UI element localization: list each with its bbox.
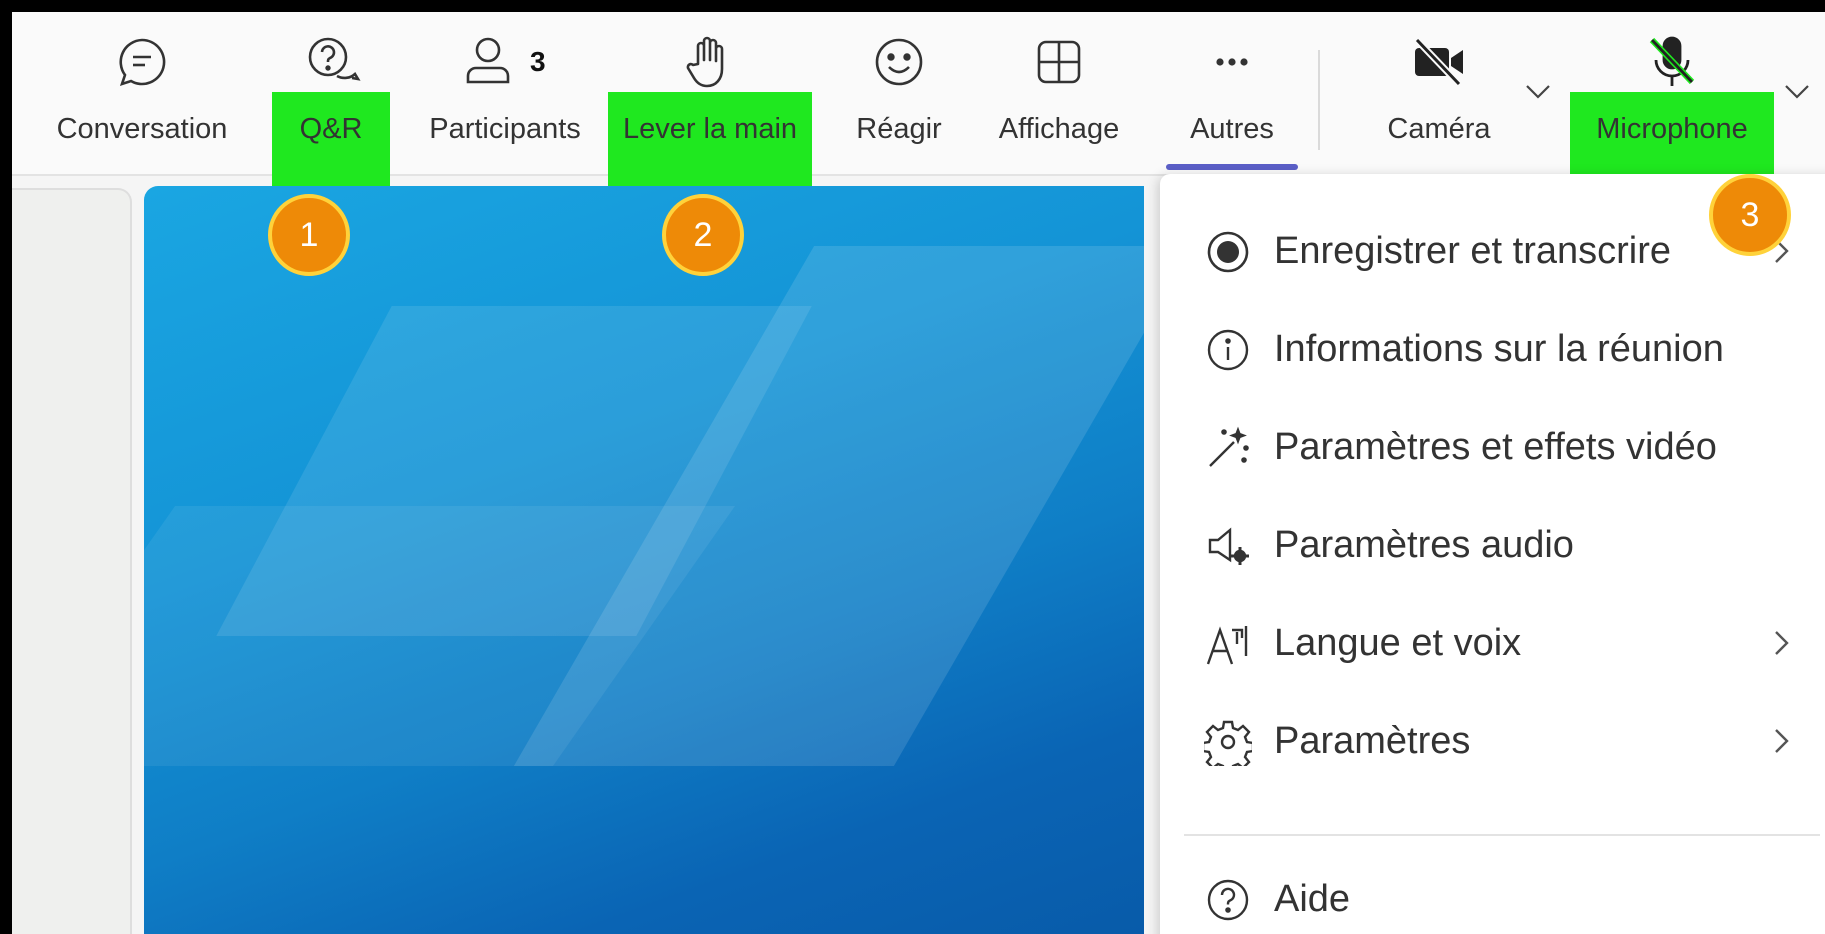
hand-icon (680, 32, 740, 92)
teams-meeting-window: Conversation Q&R 3 Participants Lever la… (12, 12, 1825, 934)
magic-wand-icon (1204, 424, 1252, 472)
camera-label: Caméra (1387, 113, 1491, 145)
participants-label: Participants (429, 113, 581, 145)
person-icon (458, 32, 518, 92)
menu-item-label: Paramètres (1274, 720, 1471, 762)
language-icon (1204, 620, 1252, 668)
menu-item-label: Paramètres et effets vidéo (1274, 426, 1717, 468)
microphone-button[interactable]: Microphone (1570, 12, 1774, 172)
qa-label: Q&R (299, 113, 363, 145)
participants-count: 3 (530, 46, 546, 77)
qa-button[interactable]: Q&R (271, 12, 391, 172)
view-label: Affichage (998, 113, 1120, 145)
gear-icon (1204, 718, 1252, 766)
conversation-label: Conversation (56, 113, 228, 145)
menu-item-label: Aide (1274, 878, 1351, 920)
menu-divider (1184, 834, 1820, 836)
active-tab-indicator (1166, 164, 1298, 170)
camera-options-chevron-icon[interactable] (1521, 74, 1555, 108)
react-button[interactable]: Réagir (844, 12, 954, 172)
more-dots-icon (1202, 32, 1262, 92)
camera-off-icon (1409, 32, 1469, 92)
video-background (144, 186, 1144, 934)
menu-item-meeting-info[interactable]: Informations sur la réunion (1160, 304, 1825, 394)
meeting-toolbar: Conversation Q&R 3 Participants Lever la… (12, 12, 1825, 186)
more-options-menu: Enregistrer et transcrire Informations s… (1160, 174, 1825, 934)
side-panel (12, 188, 132, 934)
microphone-options-chevron-icon[interactable] (1780, 74, 1814, 108)
menu-item-language[interactable]: Langue et voix (1160, 598, 1825, 688)
view-button[interactable]: Affichage (984, 12, 1134, 172)
menu-item-label: Enregistrer et transcrire (1274, 230, 1672, 272)
grid-view-icon (1029, 32, 1089, 92)
more-label: Autres (1190, 113, 1274, 145)
menu-item-label: Langue et voix (1274, 622, 1522, 664)
participants-button[interactable]: 3 Participants (420, 12, 590, 172)
menu-item-video-effects[interactable]: Paramètres et effets vidéo (1160, 402, 1825, 492)
raise-hand-label: Lever la main (622, 113, 798, 145)
chat-icon (112, 32, 172, 92)
menu-item-settings[interactable]: Paramètres (1160, 696, 1825, 786)
question-bubbles-icon (301, 32, 361, 92)
microphone-label: Microphone (1596, 113, 1748, 145)
camera-button[interactable]: Caméra (1364, 12, 1514, 172)
step-marker-1: 1 (268, 194, 350, 276)
step-marker-2: 2 (662, 194, 744, 276)
raise-hand-button[interactable]: Lever la main (608, 12, 812, 172)
menu-item-help[interactable]: Aide (1160, 854, 1825, 934)
react-label: Réagir (856, 113, 942, 145)
menu-item-label: Informations sur la réunion (1274, 328, 1724, 370)
more-button[interactable]: Autres (1166, 12, 1298, 172)
submenu-chevron-icon (1764, 626, 1798, 660)
microphone-off-icon (1642, 32, 1702, 92)
conversation-button[interactable]: Conversation (42, 12, 242, 172)
menu-item-audio-settings[interactable]: Paramètres audio (1160, 500, 1825, 590)
step-marker-3: 3 (1709, 174, 1791, 256)
submenu-chevron-icon (1764, 724, 1798, 758)
toolbar-separator (1318, 50, 1320, 150)
speaker-settings-icon (1204, 522, 1252, 570)
help-icon (1204, 876, 1252, 924)
menu-item-label: Paramètres audio (1274, 524, 1574, 566)
record-icon (1204, 228, 1252, 276)
smiley-icon (869, 32, 929, 92)
info-icon (1204, 326, 1252, 374)
